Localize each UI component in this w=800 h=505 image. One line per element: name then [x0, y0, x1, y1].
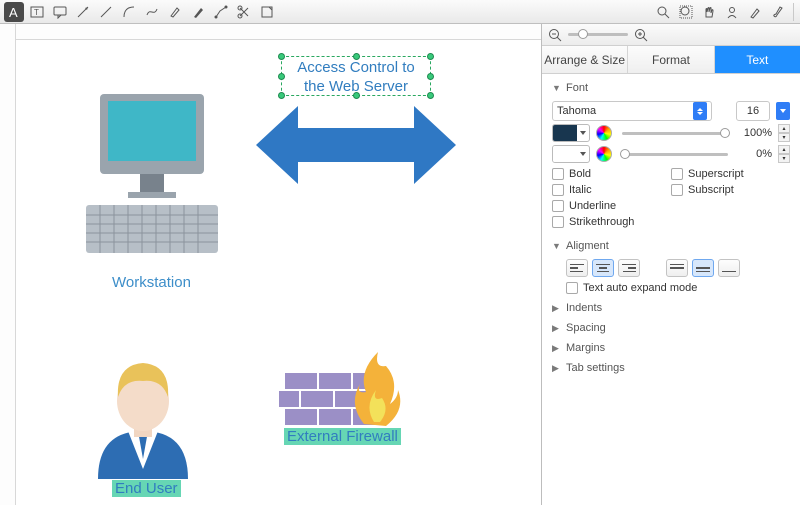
text-color-wheel-icon[interactable] [596, 125, 612, 141]
bg-color-well[interactable] [552, 145, 590, 163]
double-arrow-shape[interactable] [256, 98, 456, 192]
connector-tool-button[interactable] [211, 2, 231, 22]
checkbox-bold[interactable]: Bold [552, 168, 671, 180]
bg-opacity-stepper[interactable]: ▴▾ [778, 145, 790, 163]
checkbox-subscript[interactable]: Subscript [671, 184, 790, 196]
note-tool-button[interactable] [257, 2, 277, 22]
scissors-tool-button[interactable] [234, 2, 254, 22]
text-color-well[interactable] [552, 124, 590, 142]
checkbox-underline[interactable]: Underline [552, 200, 671, 212]
workstation-shape[interactable] [82, 89, 222, 269]
tab-arrange[interactable]: Arrange & Size [542, 46, 628, 73]
hand-tool-button[interactable] [699, 2, 719, 22]
tab-text[interactable]: Text [715, 46, 800, 73]
end-user-shape[interactable] [78, 329, 208, 479]
brush-tool-button[interactable] [768, 2, 788, 22]
pen-tool-button[interactable] [188, 2, 208, 22]
curve-tool-button[interactable] [142, 2, 162, 22]
inspector-panel: Arrange & Size Format Text ▼Font Tahoma … [542, 24, 800, 505]
zoom-fit-tool-button[interactable] [676, 2, 696, 22]
user-tool-button[interactable] [722, 2, 742, 22]
align-right-button[interactable] [618, 259, 640, 277]
tab-format[interactable]: Format [628, 46, 714, 73]
valign-top-button[interactable] [666, 259, 688, 277]
valign-middle-button[interactable] [692, 259, 714, 277]
font-size-stepper[interactable] [776, 102, 790, 120]
bg-opacity-slider[interactable] [622, 153, 728, 156]
text-opacity-stepper[interactable]: ▴▾ [778, 124, 790, 142]
font-size-field[interactable]: 16 [736, 101, 770, 121]
section-font[interactable]: ▼Font [552, 78, 790, 98]
section-tab-settings[interactable]: ▶Tab settings [552, 358, 790, 378]
access-label-line1[interactable]: Access Control to [297, 59, 415, 76]
ruler-horizontal [0, 24, 541, 40]
svg-text:T: T [34, 8, 39, 17]
line-tool-button[interactable] [96, 2, 116, 22]
ruler-vertical [0, 24, 16, 505]
text-tool-button[interactable]: T [27, 2, 47, 22]
canvas-area[interactable]: Workstation Access Control to the Web Se… [0, 24, 542, 505]
section-margins[interactable]: ▶Margins [552, 338, 790, 358]
highlight-tool-button[interactable] [165, 2, 185, 22]
section-spacing[interactable]: ▶Spacing [552, 318, 790, 338]
zoom-slider[interactable] [568, 33, 628, 36]
top-toolbar: A T [0, 0, 800, 24]
bg-color-wheel-icon[interactable] [596, 146, 612, 162]
zoom-tool-button[interactable] [653, 2, 673, 22]
align-left-button[interactable] [566, 259, 588, 277]
checkbox-auto-expand[interactable]: Text auto expand mode [552, 282, 790, 294]
inspector-tabs: Arrange & Size Format Text [542, 46, 800, 74]
font-family-select[interactable]: Tahoma [552, 101, 712, 121]
zoom-out-button[interactable] [548, 28, 562, 42]
end-user-label[interactable]: End User [112, 480, 181, 497]
align-center-button[interactable] [592, 259, 614, 277]
comment-tool-button[interactable] [50, 2, 70, 22]
zoom-bar [542, 24, 800, 46]
zoom-in-button[interactable] [634, 28, 648, 42]
checkbox-strikethrough[interactable]: Strikethrough [552, 216, 671, 228]
workstation-label[interactable]: Workstation [112, 274, 191, 291]
arc-tool-button[interactable] [119, 2, 139, 22]
text-selection-box[interactable]: Access Control to the Web Server [281, 56, 431, 96]
section-alignment[interactable]: ▼Aligment [552, 236, 790, 256]
font-tool-button[interactable]: A [4, 2, 24, 22]
bg-opacity-value: 0% [738, 148, 772, 160]
svg-text:A: A [9, 5, 18, 19]
arrow-tool-button[interactable] [73, 2, 93, 22]
firewall-label[interactable]: External Firewall [284, 428, 401, 445]
section-indents[interactable]: ▶Indents [552, 298, 790, 318]
checkbox-superscript[interactable]: Superscript [671, 168, 790, 180]
text-color-opacity-slider[interactable] [622, 132, 728, 135]
checkbox-italic[interactable]: Italic [552, 184, 671, 196]
text-opacity-value: 100% [738, 127, 772, 139]
valign-bottom-button[interactable] [718, 259, 740, 277]
eyedropper-tool-button[interactable] [745, 2, 765, 22]
